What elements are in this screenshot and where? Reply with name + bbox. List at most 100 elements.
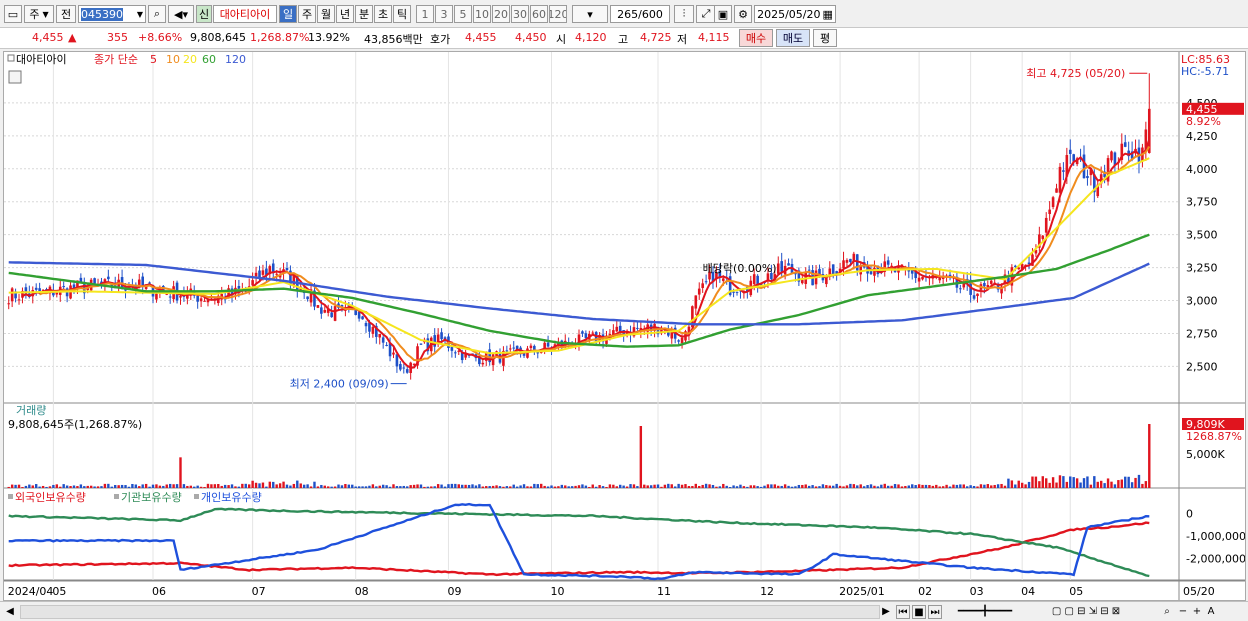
- candle-body: [959, 288, 962, 290]
- stock-code-input[interactable]: 045390 ▼: [78, 5, 146, 23]
- volume-bar: [282, 481, 285, 488]
- interval-button[interactable]: 1: [416, 5, 434, 23]
- period-tab[interactable]: 일: [279, 5, 297, 23]
- last-page-icon[interactable]: ⏭: [928, 605, 942, 619]
- volume-bar: [704, 483, 708, 488]
- period-tab[interactable]: 초: [374, 5, 392, 23]
- legend-ma-period: 10: [166, 53, 180, 66]
- interval-button[interactable]: 60: [530, 5, 548, 23]
- exchange-button[interactable]: 전: [56, 5, 76, 23]
- scroll-right-icon[interactable]: ▶: [880, 605, 892, 619]
- period-tab[interactable]: 분: [355, 5, 373, 23]
- chart-window: ▭ 주 ▼ 전 045390 ▼ ⌕ ◀▾ 신 대아티아이 ▾ 265/600 ⫶ …: [0, 0, 1248, 621]
- period-tab[interactable]: 월: [317, 5, 335, 23]
- interval-button[interactable]: 20: [492, 5, 510, 23]
- count-total: /600: [638, 7, 663, 21]
- volume-bar: [89, 485, 93, 488]
- save-icon[interactable]: ▣: [714, 5, 732, 23]
- search-icon[interactable]: ⌕: [1160, 605, 1174, 619]
- volume-bar: [567, 486, 570, 488]
- volume-bar: [399, 486, 402, 488]
- chevron-down-icon[interactable]: ▾: [572, 5, 608, 23]
- count-field[interactable]: 265/600: [610, 5, 670, 23]
- scroll-track[interactable]: [20, 605, 880, 619]
- scroll-bar[interactable]: ◀ ▶ ⏮ ■ ⏭ ━━━━╋━━━━ ▢ ▢ ⊟ ⇲ ⊟ ⊠ ⌕ − + A: [0, 601, 1248, 621]
- volume-bar: [952, 484, 955, 488]
- volume-bar: [347, 484, 351, 488]
- volume-axis-label: 5,000K: [1186, 448, 1225, 461]
- volume-bar: [1041, 476, 1044, 488]
- candle-body: [155, 293, 158, 300]
- interval-button[interactable]: 5: [454, 5, 472, 23]
- volume-bar: [698, 485, 701, 488]
- volume-bar: [127, 486, 131, 488]
- volume-bars: [7, 424, 1151, 488]
- volume-bar: [302, 484, 306, 488]
- candle-body: [388, 343, 392, 357]
- scroll-left-icon[interactable]: ◀: [4, 605, 16, 619]
- market-select[interactable]: 주 ▼: [24, 5, 54, 23]
- candle-body: [842, 260, 845, 269]
- volume-bar: [966, 486, 969, 488]
- candle-body: [402, 367, 406, 369]
- volume-bar: [165, 484, 168, 488]
- view-tools-icon[interactable]: ▢ ▢ ⊟ ⇲ ⊟ ⊠: [1026, 605, 1146, 619]
- volume-bar: [777, 485, 780, 488]
- date-input[interactable]: 2025/05/20 ▦: [754, 5, 836, 23]
- volume-bar: [715, 486, 718, 488]
- volume-bar: [162, 485, 165, 488]
- font-size-icon[interactable]: A: [1204, 605, 1218, 619]
- speaker-icon[interactable]: ◀▾: [168, 5, 194, 23]
- period-tab[interactable]: 틱: [393, 5, 411, 23]
- draw-tools-icon[interactable]: ⤢: [696, 5, 716, 23]
- volume-bar: [543, 485, 546, 488]
- interval-button[interactable]: 10: [473, 5, 491, 23]
- interval-button[interactable]: 30: [511, 5, 529, 23]
- candle-body: [361, 316, 364, 320]
- volume-bar: [941, 486, 945, 488]
- candle-body: [378, 333, 382, 338]
- volume-bar: [550, 485, 553, 488]
- search-icon[interactable]: ⌕: [148, 5, 166, 23]
- volume-bar: [395, 486, 399, 488]
- candle-type-icon[interactable]: ⫶: [674, 5, 694, 23]
- volume-bar: [914, 485, 917, 488]
- volume-bar: [1124, 476, 1127, 488]
- volume-bar: [670, 484, 673, 488]
- volume-bar: [86, 485, 89, 488]
- sell-button[interactable]: 매도: [776, 29, 810, 47]
- candle-body: [385, 344, 388, 346]
- volume-bar: [193, 486, 196, 488]
- window-icon[interactable]: ▭: [4, 5, 22, 23]
- zoom-slider[interactable]: ━━━━╋━━━━: [950, 605, 1020, 619]
- settings-icon[interactable]: ⚙: [734, 5, 752, 23]
- count-value: 265: [617, 7, 639, 21]
- volume-bar: [1079, 482, 1082, 488]
- eval-button[interactable]: 평: [813, 29, 837, 47]
- stop-icon[interactable]: ■: [912, 605, 926, 619]
- period-tab[interactable]: 년: [336, 5, 354, 23]
- buy-button[interactable]: 매수: [739, 29, 773, 47]
- candle-body: [680, 337, 684, 344]
- volume-bar: [948, 486, 952, 488]
- interval-button[interactable]: 120: [549, 5, 567, 23]
- volume-bar: [296, 480, 299, 488]
- volume-bar: [368, 485, 371, 488]
- volume-bar: [1148, 424, 1151, 488]
- period-tab[interactable]: 주: [298, 5, 316, 23]
- volume-bar: [739, 484, 742, 488]
- stock-chart-svg[interactable]: 2,500 2,750 3,000 3,250 3,500 3,750 4,000 4,250…: [4, 52, 1245, 600]
- volume-bar: [1007, 478, 1010, 488]
- zoom-out-icon[interactable]: −: [1176, 605, 1190, 619]
- volume-bar: [10, 484, 14, 488]
- calendar-icon[interactable]: ▦: [823, 8, 833, 21]
- zoom-in-icon[interactable]: +: [1190, 605, 1204, 619]
- candle-body: [371, 326, 375, 334]
- table-icon[interactable]: [8, 70, 22, 84]
- candle-body: [454, 352, 457, 354]
- first-page-icon[interactable]: ⏮: [896, 605, 910, 619]
- volume-bar: [1096, 481, 1099, 488]
- chevron-down-icon[interactable]: ▼: [137, 10, 143, 19]
- interval-button[interactable]: 3: [435, 5, 453, 23]
- candle-body: [320, 307, 323, 314]
